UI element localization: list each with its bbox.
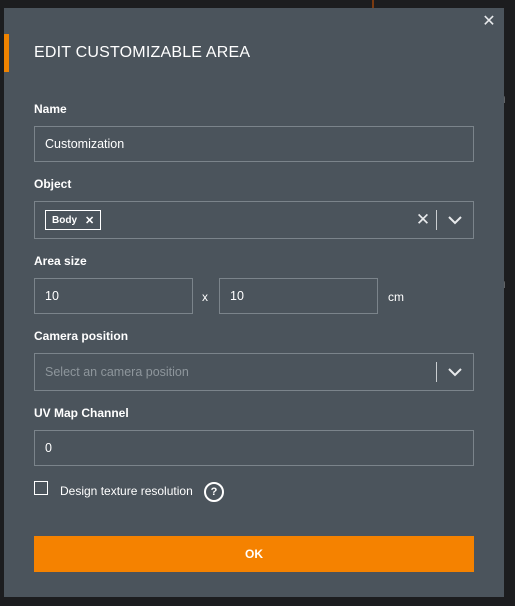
name-value: Customization: [45, 137, 125, 151]
edit-customizable-area-dialog: ✕ EDIT CUSTOMIZABLE AREA Name Customizat…: [4, 8, 504, 597]
object-select[interactable]: Body ✕ ✕: [34, 201, 474, 239]
camera-position-label: Camera position: [34, 329, 129, 343]
chevron-down-icon[interactable]: [437, 215, 473, 225]
design-texture-checkbox[interactable]: [34, 481, 48, 495]
object-chip-label: Body: [52, 214, 77, 226]
dimension-separator: x: [202, 290, 208, 304]
area-height-value: 10: [230, 289, 244, 303]
camera-position-select[interactable]: Select an camera position: [34, 353, 474, 391]
area-height-field[interactable]: 10: [219, 278, 378, 314]
camera-position-placeholder: Select an camera position: [45, 365, 189, 379]
area-size-label: Area size: [34, 254, 87, 268]
chip-remove-icon[interactable]: ✕: [85, 214, 94, 227]
area-width-field[interactable]: 10: [34, 278, 193, 314]
unit-label: cm: [388, 290, 404, 304]
close-icon[interactable]: ✕: [480, 13, 498, 31]
object-chip: Body ✕: [45, 210, 102, 230]
name-field[interactable]: Customization: [34, 126, 474, 162]
title-accent-bar: [4, 34, 9, 72]
uv-map-channel-value: 0: [45, 441, 52, 455]
ok-button[interactable]: OK: [34, 536, 474, 572]
chevron-down-icon[interactable]: [437, 367, 473, 377]
area-width-value: 10: [45, 289, 59, 303]
object-label: Object: [34, 177, 72, 191]
dialog-title: EDIT CUSTOMIZABLE AREA: [34, 44, 251, 61]
clear-icon[interactable]: ✕: [410, 210, 436, 230]
uv-map-channel-field[interactable]: 0: [34, 430, 474, 466]
object-select-controls: ✕: [410, 202, 473, 238]
help-icon[interactable]: ?: [204, 482, 224, 502]
name-label: Name: [34, 102, 67, 116]
uv-map-channel-label: UV Map Channel: [34, 406, 129, 420]
design-texture-label: Design texture resolution: [60, 484, 193, 498]
camera-select-controls: [436, 354, 473, 390]
